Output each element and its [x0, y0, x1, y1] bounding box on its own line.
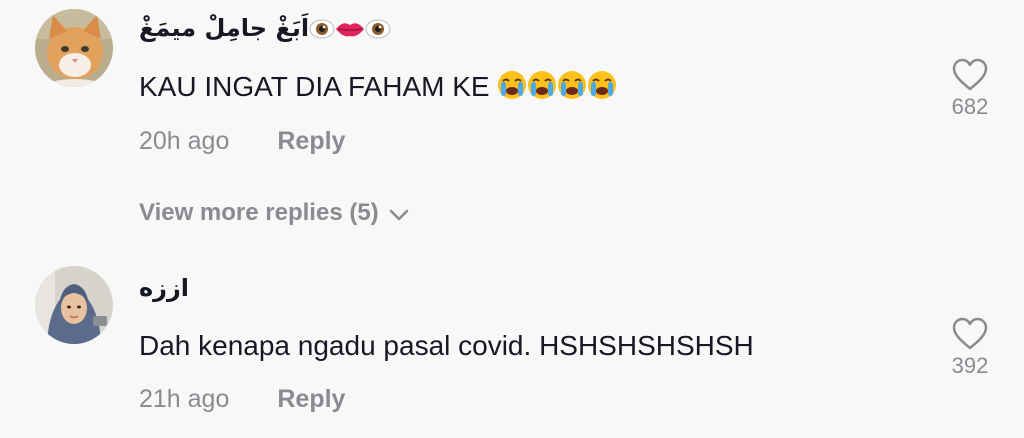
- timestamp: 21h ago: [139, 385, 230, 413]
- avatar[interactable]: [35, 266, 113, 344]
- comment-text: KAU INGAT DIA FAHAM KE: [139, 70, 617, 107]
- person-avatar-icon: [35, 266, 113, 344]
- username[interactable]: اززه: [139, 274, 189, 302]
- comment-text-content: Dah kenapa ngadu pasal covid. HSHSHSHSHS…: [139, 330, 754, 361]
- reply-button[interactable]: Reply: [277, 385, 345, 413]
- comment-meta: 20h ago Reply: [139, 127, 345, 156]
- comment-item: اَبَغْ جامِلْ ميمَغْ KAU INGAT DIA FAHAM…: [0, 0, 1024, 180]
- comment-text-content: KAU INGAT DIA FAHAM KE: [139, 71, 490, 102]
- loudly-crying-face-icon: [557, 70, 587, 107]
- loudly-crying-face-icon: [527, 70, 557, 107]
- comment-text: Dah kenapa ngadu pasal covid. HSHSHSHSHS…: [139, 330, 754, 362]
- view-more-replies-label: View more replies (5): [139, 199, 379, 226]
- comment-meta: 21h ago Reply: [139, 385, 345, 414]
- username-text: اززه: [139, 274, 190, 302]
- loudly-crying-face-icon: [497, 70, 527, 107]
- like-count: 392: [951, 353, 989, 378]
- lips-icon: [335, 18, 365, 46]
- chevron-down-icon: [389, 200, 409, 228]
- timestamp: 20h ago: [139, 127, 230, 155]
- username[interactable]: اَبَغْ جامِلْ ميمَغْ: [139, 14, 391, 46]
- avatar[interactable]: [35, 9, 113, 87]
- heart-icon[interactable]: [952, 317, 988, 351]
- cat-avatar-icon: [35, 9, 113, 87]
- like-count: 682: [951, 94, 989, 119]
- comment-item: اززه Dah kenapa ngadu pasal covid. HSHSH…: [0, 250, 1024, 438]
- view-more-replies-button[interactable]: View more replies (5): [139, 199, 409, 228]
- heart-icon[interactable]: [952, 58, 988, 92]
- eye-icon: [365, 18, 391, 46]
- like-button[interactable]: 682: [940, 58, 1000, 120]
- loudly-crying-face-icon: [587, 70, 617, 107]
- like-button[interactable]: 392: [940, 317, 1000, 379]
- username-text: اَبَغْ جامِلْ ميمَغْ: [139, 14, 310, 42]
- eye-icon: [309, 18, 335, 46]
- reply-button[interactable]: Reply: [277, 127, 345, 155]
